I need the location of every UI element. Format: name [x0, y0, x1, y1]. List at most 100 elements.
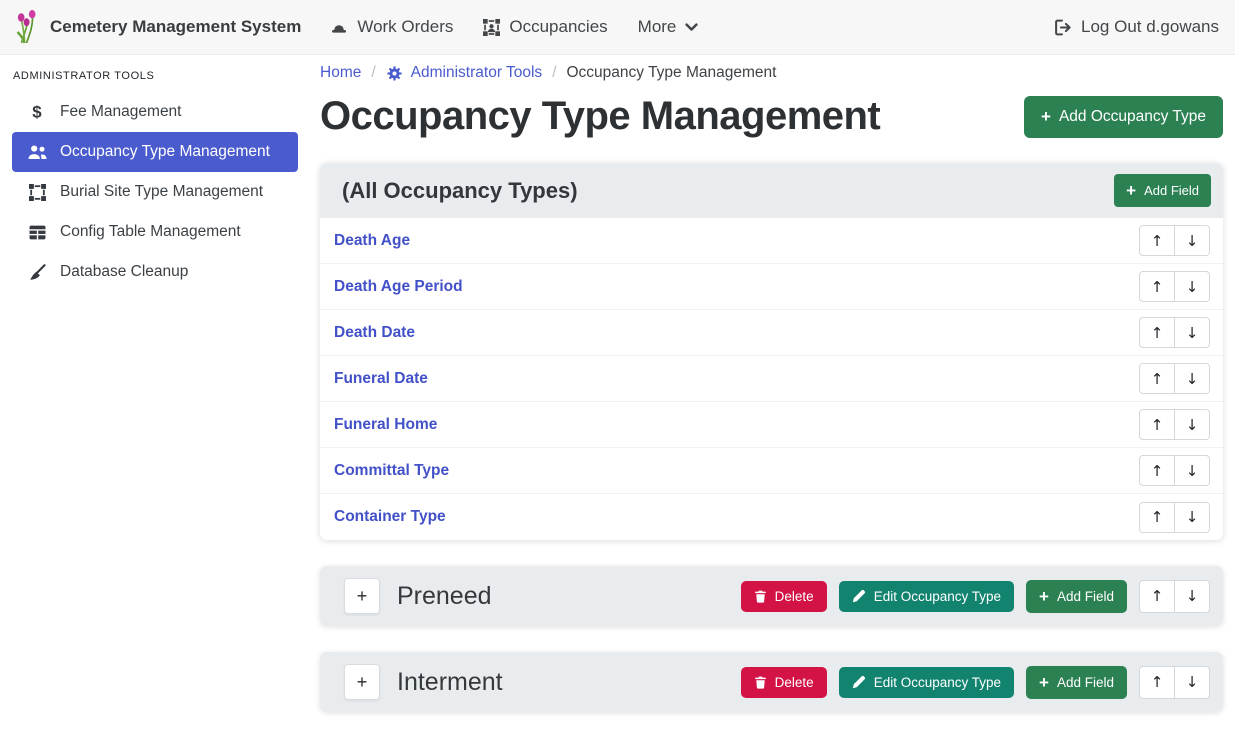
reorder-button-group: ↑ ↓ — [1139, 271, 1210, 302]
add-field-button[interactable]: + Add Field — [1026, 580, 1127, 613]
field-link[interactable]: Committal Type — [334, 462, 449, 480]
sidebar-item-config-table-management[interactable]: Config Table Management — [12, 212, 298, 252]
arrow-down-icon: ↓ — [1186, 370, 1199, 388]
sidebar-item-database-cleanup[interactable]: Database Cleanup — [12, 252, 298, 292]
all-types-panel-title: (All Occupancy Types) — [342, 178, 578, 204]
move-down-button[interactable]: ↓ — [1174, 271, 1210, 302]
move-down-button[interactable]: ↓ — [1174, 317, 1210, 348]
add-field-button[interactable]: + Add Field — [1026, 666, 1127, 699]
move-up-button[interactable]: ↑ — [1139, 225, 1175, 256]
sidebar-item-burial-site-type-management[interactable]: Burial Site Type Management — [12, 172, 298, 212]
occupancy-type-panel-preneed: + Preneed Delete Edit Occupancy Type + — [320, 566, 1223, 626]
broom-icon — [29, 264, 46, 281]
move-down-button[interactable]: ↓ — [1174, 363, 1210, 394]
vector-square-icon — [29, 184, 46, 201]
tulip-logo-icon — [14, 9, 40, 45]
field-link[interactable]: Funeral Date — [334, 370, 428, 388]
move-down-button[interactable]: ↓ — [1174, 409, 1210, 440]
arrow-down-icon: ↓ — [1186, 462, 1199, 480]
reorder-button-group: ↑ ↓ — [1139, 317, 1210, 348]
plus-icon: + — [357, 586, 368, 607]
move-down-button[interactable]: ↓ — [1174, 580, 1210, 613]
add-field-button[interactable]: + Add Field — [1114, 174, 1211, 207]
breadcrumb: Home / Administrator Tools / Occupanc — [320, 64, 1223, 82]
svg-text:$: $ — [32, 103, 42, 121]
occupancy-type-actions: Delete Edit Occupancy Type + Add Field ↑… — [741, 666, 1210, 699]
nav-label: Work Orders — [357, 17, 453, 37]
reorder-button-group: ↑ ↓ — [1139, 455, 1210, 486]
delete-button[interactable]: Delete — [741, 581, 827, 612]
sidebar-item-label: Config Table Management — [60, 223, 241, 241]
move-down-button[interactable]: ↓ — [1174, 455, 1210, 486]
plus-icon: + — [1039, 674, 1049, 691]
expand-button[interactable]: + — [344, 578, 380, 614]
sidebar-item-label: Occupancy Type Management — [60, 143, 270, 161]
app-title: Cemetery Management System — [50, 17, 301, 37]
nav-label: Occupancies — [509, 17, 607, 37]
move-up-button[interactable]: ↑ — [1139, 455, 1175, 486]
move-up-button[interactable]: ↑ — [1139, 317, 1175, 348]
delete-button[interactable]: Delete — [741, 667, 827, 698]
expand-button[interactable]: + — [344, 664, 380, 700]
arrow-up-icon: ↑ — [1151, 508, 1164, 526]
app-brand[interactable]: Cemetery Management System — [14, 9, 301, 45]
arrow-down-icon: ↓ — [1186, 587, 1199, 605]
move-down-button[interactable]: ↓ — [1174, 502, 1210, 533]
nav-label: More — [638, 17, 677, 37]
field-list: Death Age ↑ ↓ Death Age Period ↑ ↓ Death… — [320, 218, 1223, 540]
breadcrumb-current: Occupancy Type Management — [567, 64, 777, 82]
main-content: Home / Administrator Tools / Occupanc — [310, 55, 1235, 738]
field-link[interactable]: Death Age Period — [334, 278, 463, 296]
users-icon — [28, 145, 47, 160]
occupancy-type-panels: + Preneed Delete Edit Occupancy Type + — [320, 566, 1223, 712]
move-down-button[interactable]: ↓ — [1174, 225, 1210, 256]
logout-button[interactable]: Log Out d.gowans — [1054, 17, 1219, 37]
plus-icon: + — [1039, 588, 1049, 605]
plus-icon: + — [1041, 108, 1051, 125]
field-link[interactable]: Death Age — [334, 232, 410, 250]
edit-occupancy-type-button[interactable]: Edit Occupancy Type — [839, 581, 1014, 612]
sidebar-menu: $ Fee Management Occupancy Type Manageme… — [0, 92, 310, 292]
table-icon — [29, 225, 46, 240]
arrow-down-icon: ↓ — [1186, 278, 1199, 296]
top-navbar: Cemetery Management System Work Orders — [0, 0, 1235, 55]
occupancy-type-panel-interment: + Interment Delete Edit Occupancy Type + — [320, 652, 1223, 712]
sidebar-item-fee-management[interactable]: $ Fee Management — [12, 92, 298, 132]
edit-occupancy-type-button[interactable]: Edit Occupancy Type — [839, 667, 1014, 698]
move-up-button[interactable]: ↑ — [1139, 580, 1175, 613]
arrow-down-icon: ↓ — [1186, 232, 1199, 250]
move-up-button[interactable]: ↑ — [1139, 409, 1175, 440]
field-row-death-age-period: Death Age Period ↑ ↓ — [320, 264, 1223, 310]
move-up-button[interactable]: ↑ — [1139, 666, 1175, 699]
field-link[interactable]: Container Type — [334, 508, 446, 526]
breadcrumb-home[interactable]: Home — [320, 64, 361, 82]
field-row-funeral-home: Funeral Home ↑ ↓ — [320, 402, 1223, 448]
move-up-button[interactable]: ↑ — [1139, 271, 1175, 302]
breadcrumb-separator: / — [552, 64, 556, 82]
breadcrumb-administrator-tools[interactable]: Administrator Tools — [386, 64, 543, 82]
pencil-icon — [852, 675, 866, 689]
add-occupancy-type-button[interactable]: + Add Occupancy Type — [1024, 96, 1223, 138]
arrow-down-icon: ↓ — [1186, 673, 1199, 691]
move-down-button[interactable]: ↓ — [1174, 666, 1210, 699]
arrow-down-icon: ↓ — [1186, 416, 1199, 434]
arrow-up-icon: ↑ — [1151, 370, 1164, 388]
field-row-container-type: Container Type ↑ ↓ — [320, 494, 1223, 540]
sidebar-item-label: Burial Site Type Management — [60, 183, 263, 201]
arrow-up-icon: ↑ — [1151, 587, 1164, 605]
arrow-up-icon: ↑ — [1151, 416, 1164, 434]
field-link[interactable]: Funeral Home — [334, 416, 437, 434]
occupancy-type-name: Interment — [397, 668, 503, 697]
sidebar-item-occupancy-type-management[interactable]: Occupancy Type Management — [12, 132, 298, 172]
occupancy-type-actions: Delete Edit Occupancy Type + Add Field ↑… — [741, 580, 1210, 613]
arrow-up-icon: ↑ — [1151, 673, 1164, 691]
reorder-button-group: ↑ ↓ — [1139, 580, 1210, 613]
field-link[interactable]: Death Date — [334, 324, 415, 342]
move-up-button[interactable]: ↑ — [1139, 502, 1175, 533]
nav-work-orders[interactable]: Work Orders — [315, 17, 468, 37]
nav-occupancies[interactable]: Occupancies — [468, 17, 622, 37]
move-up-button[interactable]: ↑ — [1139, 363, 1175, 394]
all-types-panel-header: (All Occupancy Types) + Add Field — [320, 163, 1223, 218]
nav-more[interactable]: More — [623, 17, 714, 37]
reorder-button-group: ↑ ↓ — [1139, 666, 1210, 699]
